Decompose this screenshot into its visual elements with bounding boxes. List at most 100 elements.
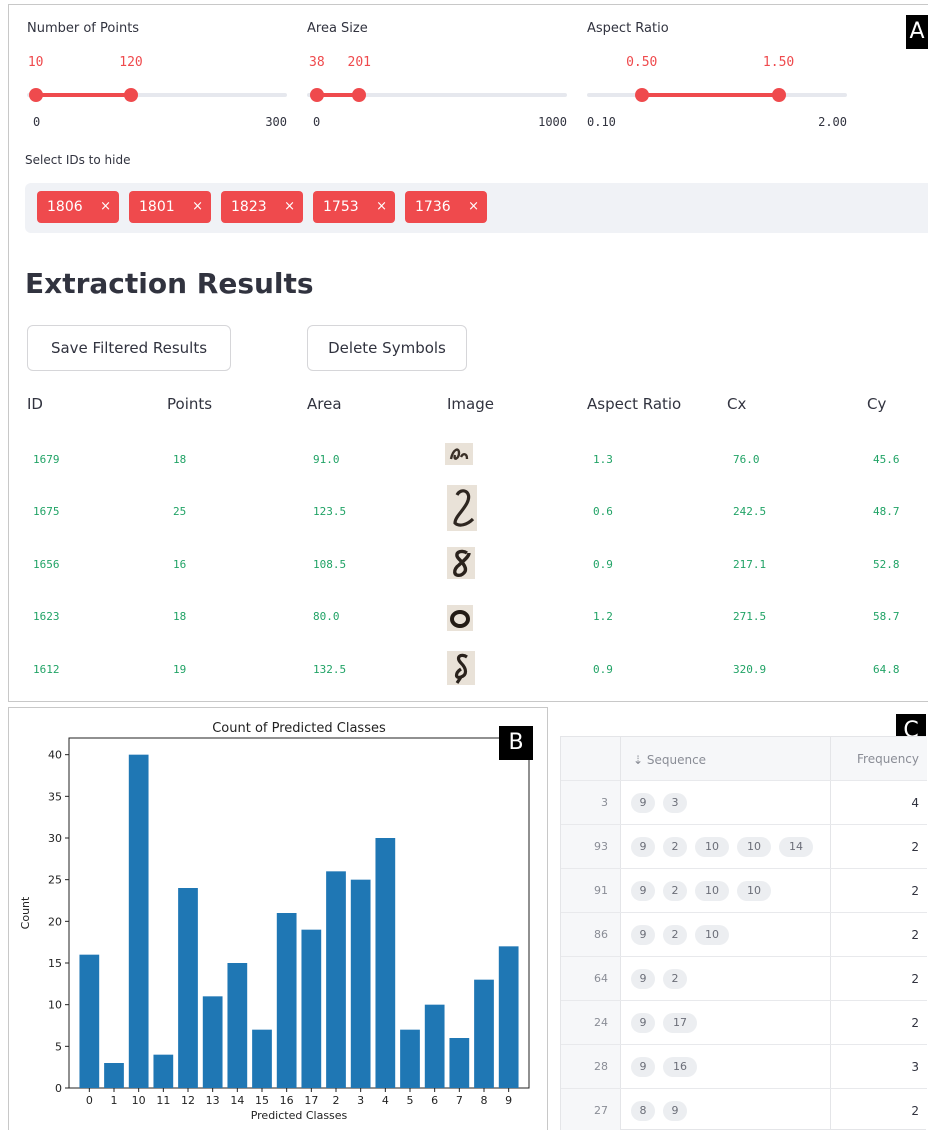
sequence-token: 3 [663,793,687,813]
cell-cy: 52.8 [873,558,900,571]
id-chip[interactable]: 1753 × [313,191,395,223]
column-header-aspect-ratio: Aspect Ratio [587,395,682,413]
slider-high-value: 120 [119,55,143,70]
frequency-header[interactable]: Frequency [831,737,927,780]
sequence-token: 14 [779,837,813,857]
table-row[interactable]: 24 9 17 2 [561,1001,927,1045]
x-tick-label: 17 [304,1094,318,1107]
chip-label: 1801 [139,199,175,215]
cell-cx: 242.5 [733,505,767,518]
table-row[interactable]: 91 9 2 10 10 2 [561,869,927,913]
id-chip[interactable]: 1806 × [37,191,119,223]
chip-label: 1823 [231,199,267,215]
x-tick-label: 6 [431,1094,438,1107]
table-row[interactable]: 64 9 2 2 [561,957,927,1001]
sequence-token: 9 [631,925,655,945]
cell-points: 25 [173,505,187,518]
aspect-ratio-slider[interactable]: Aspect Ratio 0.50 1.50 0.10 2.00 [587,21,847,129]
cell-cx: 217.1 [733,558,767,571]
slider-low-thumb[interactable] [634,88,649,102]
x-tick-label: 5 [407,1094,414,1107]
column-header-id: ID [27,395,43,413]
y-tick-label: 25 [48,874,62,887]
x-tick-label: 15 [255,1094,269,1107]
slider-min: 0 [33,115,41,129]
sequence-token: 10 [737,837,771,857]
slider-max: 1000 [538,115,567,129]
slider-high-value: 1.50 [762,55,795,70]
sequence-table[interactable]: ⇣ Sequence Frequency 3 9 3 4 93 9 2 10 10 14 2 91 9 2 10… [560,736,927,1130]
cell-area: 132.5 [313,663,347,676]
cell-area: 91.0 [313,453,340,466]
remove-chip-icon[interactable]: × [100,191,111,223]
cell-cx: 320.9 [733,663,767,676]
sequence-token: 10 [695,925,729,945]
slider-label: Aspect Ratio [587,21,669,36]
slider-min: 0 [313,115,321,129]
row-index: 24 [561,1001,621,1044]
y-tick-label: 15 [48,957,62,970]
chart-title: Count of Predicted Classes [212,721,386,736]
table-row[interactable]: 86 9 2 10 2 [561,913,927,957]
save-filtered-results-button[interactable]: Save Filtered Results [27,325,231,371]
x-tick-label: 7 [456,1094,463,1107]
bar-2 [326,871,346,1088]
slider-high-thumb[interactable] [352,88,367,102]
bar-11 [153,1054,174,1088]
slider-low-thumb[interactable] [28,88,43,102]
chip-label: 1736 [415,199,451,215]
x-tick-label: 9 [505,1094,512,1107]
area-slider[interactable]: Area Size 38 201 0 1000 [307,21,567,129]
cell-cy: 45.6 [873,453,900,466]
symbol-thumbnail [447,605,473,631]
slider-low-thumb[interactable] [309,88,324,102]
x-tick-label: 4 [382,1094,389,1107]
sequence-header[interactable]: ⇣ Sequence [621,737,831,780]
frequency-cell: 2 [911,840,919,854]
cell-area: 123.5 [313,505,347,518]
id-chip[interactable]: 1801 × [129,191,211,223]
id-chip[interactable]: 1823 × [221,191,303,223]
sequence-token: 9 [631,969,655,989]
cell-aspect-ratio: 0.9 [593,663,613,676]
slider-min: 0.10 [587,115,616,129]
sequence-token: 2 [663,925,687,945]
x-tick-label: 2 [333,1094,340,1107]
remove-chip-icon[interactable]: × [376,191,387,223]
slider-fill [35,93,131,97]
panel-tag-a: A [906,15,928,49]
remove-chip-icon[interactable]: × [468,191,479,223]
remove-chip-icon[interactable]: × [284,191,295,223]
page-title: Extraction Results [25,267,314,300]
bar-3 [350,879,371,1088]
column-header-area: Area [307,395,342,413]
sequence-token: 9 [631,1057,655,1077]
bar-4 [375,838,396,1088]
id-chip[interactable]: 1736 × [405,191,487,223]
row-index: 93 [561,825,621,868]
table-row[interactable]: 27 8 9 2 [561,1089,927,1130]
x-tick-label: 10 [132,1094,146,1107]
frequency-cell: 2 [911,972,919,986]
slider-high-thumb[interactable] [771,88,786,102]
sequence-frequency-panel: C ⇣ Sequence Frequency 3 9 3 4 93 9 2 10 10 14 2 91 9 2… [548,714,928,1130]
points-slider[interactable]: Number of Points 10 120 0 300 [27,21,287,129]
cell-cy: 58.7 [873,610,900,623]
table-row[interactable]: 28 9 16 3 [561,1045,927,1089]
predicted-classes-chart-panel: Count of Predicted Classes 0 1 10 11 12 13 14 15… [8,707,548,1130]
slider-high-thumb[interactable] [124,88,138,102]
symbol-thumbnail [447,485,477,531]
table-row[interactable]: 93 9 2 10 10 14 2 [561,825,927,869]
column-header-image: Image [447,395,494,413]
table-row[interactable]: 393 4 [561,781,927,825]
sequence-token: 10 [695,837,729,857]
slider-low-value: 0.50 [626,55,658,70]
remove-chip-icon[interactable]: × [192,191,203,223]
hide-ids-multiselect[interactable]: 1806 × 1801 × 1823 × 1753 × 1736 × [25,183,928,233]
delete-symbols-button[interactable]: Delete Symbols [307,325,467,371]
cell-id: 1675 [33,505,60,518]
sequence-cell: 93 [621,781,831,824]
slider-max: 2.00 [818,115,847,129]
cell-area: 108.5 [313,558,347,571]
sequence-token: 9 [663,1101,687,1121]
